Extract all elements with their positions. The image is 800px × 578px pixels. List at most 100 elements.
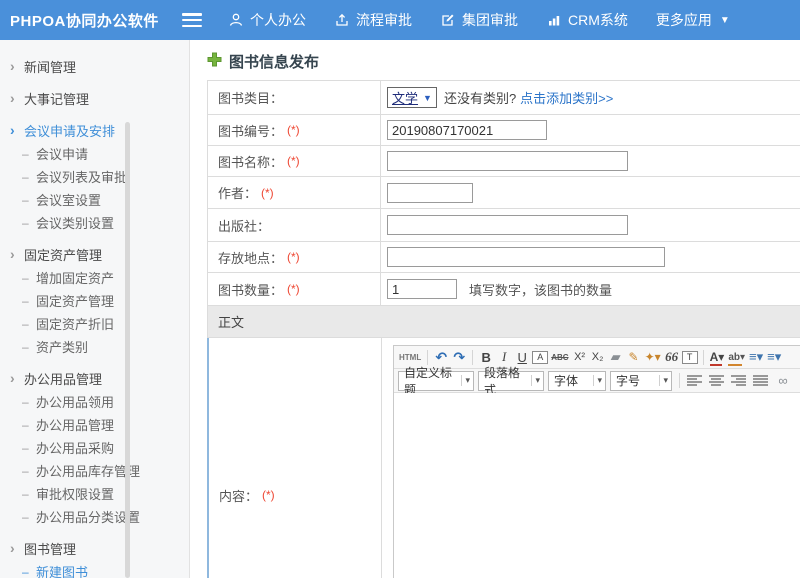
- html-source-button[interactable]: HTML: [398, 348, 422, 366]
- rich-text-editor: HTML↶↷BIUAABCX²X₂▰✎✦▾66TA▾ab▾≡▾≡▾ 自定义标题 …: [393, 345, 800, 578]
- item-marker-icon: [10, 90, 24, 106]
- category-select[interactable]: 文学 ▼: [387, 87, 437, 108]
- required-marker: (*): [287, 282, 300, 296]
- form-row-author: 作者：(*): [208, 177, 800, 209]
- sidebar-item[interactable]: 增加固定资产: [0, 266, 189, 289]
- font-border-button[interactable]: A: [532, 351, 548, 364]
- sidebar-item[interactable]: 资产类别: [0, 335, 189, 358]
- sidebar-item[interactable]: 固定资产管理: [0, 242, 189, 266]
- sidebar-item[interactable]: 新闻管理: [0, 54, 189, 78]
- paragraph-format-select[interactable]: 段落格式 ▾: [478, 371, 544, 391]
- main-content: 图书信息发布 图书类目： 文学 ▼ 还没有类别? 点击添加类别>> 图书编号：(…: [191, 40, 800, 578]
- sidebar-item[interactable]: 办公用品库存管理: [0, 459, 189, 482]
- blockquote-button[interactable]: 66: [664, 348, 680, 366]
- upload-tray-icon: [334, 12, 350, 28]
- justify-button[interactable]: [753, 375, 769, 386]
- item-marker-icon: [22, 317, 36, 331]
- item-marker-icon: [10, 246, 24, 262]
- underline-button[interactable]: U: [514, 348, 530, 366]
- font-size-select[interactable]: 字号 ▾: [610, 371, 672, 391]
- item-marker-icon: [22, 510, 36, 524]
- sidebar-item[interactable]: 新建图书: [0, 560, 189, 578]
- sidebar-item[interactable]: 办公用品领用: [0, 390, 189, 413]
- required-marker: (*): [261, 186, 274, 200]
- author-input[interactable]: [387, 183, 473, 203]
- sidebar-item[interactable]: 会议类别设置: [0, 211, 189, 234]
- menu-toggle-icon[interactable]: [182, 13, 202, 27]
- font-family-select[interactable]: 字体 ▾: [548, 371, 606, 391]
- required-marker: (*): [262, 488, 275, 502]
- select-caret-icon: ▾: [593, 375, 602, 386]
- nav-group-approval[interactable]: 集团审批: [440, 10, 518, 30]
- strikethrough-button[interactable]: ABC: [550, 348, 569, 366]
- caret-down-icon: ▼: [720, 15, 730, 26]
- sidebar-item[interactable]: 办公用品采购: [0, 436, 189, 459]
- item-marker-icon: [22, 294, 36, 308]
- link-button[interactable]: ∞: [775, 372, 791, 390]
- toolbar-separator: [472, 350, 473, 365]
- subscript-button[interactable]: X₂: [590, 348, 606, 366]
- item-marker-icon: [22, 340, 36, 354]
- location-input[interactable]: [387, 247, 665, 267]
- required-marker: (*): [287, 123, 300, 137]
- add-category-link[interactable]: 点击添加类别>>: [520, 88, 613, 107]
- publisher-input[interactable]: [387, 215, 628, 235]
- sidebar-item[interactable]: 办公用品管理: [0, 366, 189, 390]
- align-left-button[interactable]: [687, 375, 703, 386]
- sidebar-item[interactable]: 会议申请: [0, 142, 189, 165]
- sidebar-item[interactable]: 办公用品分类设置: [0, 505, 189, 528]
- superscript-button[interactable]: X²: [572, 348, 588, 366]
- item-marker-icon: [22, 216, 36, 230]
- sidebar-menu: 新闻管理 大事记管理 会议申请及安排 会议申请 会议列表及审批 会议室设置 会议…: [0, 40, 189, 578]
- eraser-button[interactable]: ▰: [608, 348, 624, 366]
- form-row-publisher: 出版社：: [208, 209, 800, 242]
- sidebar-scrollbar[interactable]: [125, 122, 130, 578]
- nav-personal-office[interactable]: 个人办公: [228, 10, 306, 30]
- sidebar-item[interactable]: 办公用品管理: [0, 413, 189, 436]
- custom-title-select[interactable]: 自定义标题 ▾: [398, 371, 474, 391]
- format-brush-button[interactable]: ✎: [626, 348, 642, 366]
- ordered-list-button[interactable]: ≡▾: [748, 348, 764, 366]
- book-number-input[interactable]: [387, 120, 547, 140]
- sidebar-item[interactable]: 审批权限设置: [0, 482, 189, 505]
- item-marker-icon: [22, 395, 36, 409]
- bold-button[interactable]: B: [478, 348, 494, 366]
- form-row-book-name: 图书名称：(*): [208, 146, 800, 177]
- editor-toolbar-row1: HTML↶↷BIUAABCX²X₂▰✎✦▾66TA▾ab▾≡▾≡▾: [394, 346, 800, 369]
- item-marker-icon: [22, 271, 36, 285]
- undo-button[interactable]: ↶: [433, 348, 449, 366]
- highlight-color-button[interactable]: ab▾: [727, 348, 746, 366]
- align-right-button[interactable]: [731, 375, 747, 386]
- quantity-input[interactable]: [387, 279, 457, 299]
- sidebar-item[interactable]: 会议室设置: [0, 188, 189, 211]
- sidebar-item[interactable]: 图书管理: [0, 536, 189, 560]
- sidebar-item[interactable]: 固定资产管理: [0, 289, 189, 312]
- page-title: 图书信息发布: [207, 51, 319, 72]
- select-caret-icon: ▾: [531, 375, 540, 386]
- auto-typeset-button[interactable]: ✦▾: [644, 348, 662, 366]
- italic-button[interactable]: I: [496, 348, 512, 366]
- nav-more-apps[interactable]: 更多应用 ▼: [656, 10, 730, 30]
- item-marker-icon: [22, 487, 36, 501]
- paste-text-button[interactable]: T: [682, 351, 698, 364]
- form-row-category: 图书类目： 文学 ▼ 还没有类别? 点击添加类别>>: [208, 81, 800, 115]
- item-marker-icon: [22, 147, 36, 161]
- nav-crm-system[interactable]: CRM系统: [546, 10, 628, 30]
- unordered-list-button[interactable]: ≡▾: [766, 348, 782, 366]
- redo-button[interactable]: ↷: [451, 348, 467, 366]
- book-name-input[interactable]: [387, 151, 628, 171]
- sidebar-item[interactable]: 大事记管理: [0, 86, 189, 110]
- sidebar-item[interactable]: 会议申请及安排: [0, 118, 189, 142]
- sidebar-item[interactable]: 会议列表及审批: [0, 165, 189, 188]
- editor-content-area[interactable]: [394, 393, 800, 578]
- select-caret-icon: ▾: [461, 375, 470, 386]
- font-color-button[interactable]: A▾: [709, 348, 726, 366]
- align-center-button[interactable]: [709, 375, 725, 386]
- nav-process-approval[interactable]: 流程审批: [334, 10, 412, 30]
- item-marker-icon: [22, 418, 36, 432]
- item-marker-icon: [22, 441, 36, 455]
- select-caret-icon: ▾: [659, 375, 668, 386]
- sidebar: 新闻管理 大事记管理 会议申请及安排 会议申请 会议列表及审批 会议室设置 会议…: [0, 40, 190, 578]
- book-form: 图书类目： 文学 ▼ 还没有类别? 点击添加类别>> 图书编号：(*) 图书名称…: [207, 80, 800, 578]
- sidebar-item[interactable]: 固定资产折旧: [0, 312, 189, 335]
